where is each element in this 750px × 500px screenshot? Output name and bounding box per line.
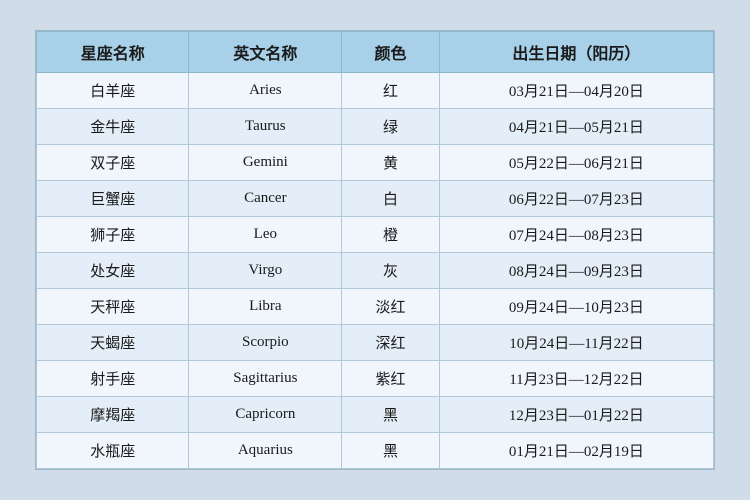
table-header-row: 星座名称 英文名称 颜色 出生日期（阳历） <box>37 32 714 73</box>
table-row: 天秤座Libra淡红09月24日—10月23日 <box>37 289 714 325</box>
table-row: 射手座Sagittarius紫红11月23日—12月22日 <box>37 361 714 397</box>
cell-dates: 07月24日—08月23日 <box>439 217 713 253</box>
header-color: 颜色 <box>342 32 440 73</box>
cell-chinese-name: 白羊座 <box>37 73 189 109</box>
cell-color: 黄 <box>342 145 440 181</box>
table-row: 水瓶座Aquarius黑01月21日—02月19日 <box>37 433 714 469</box>
cell-english-name: Cancer <box>189 181 342 217</box>
cell-dates: 04月21日—05月21日 <box>439 109 713 145</box>
table-row: 金牛座Taurus绿04月21日—05月21日 <box>37 109 714 145</box>
cell-chinese-name: 天蝎座 <box>37 325 189 361</box>
table-row: 双子座Gemini黄05月22日—06月21日 <box>37 145 714 181</box>
table-row: 天蝎座Scorpio深红10月24日—11月22日 <box>37 325 714 361</box>
cell-english-name: Scorpio <box>189 325 342 361</box>
cell-chinese-name: 金牛座 <box>37 109 189 145</box>
cell-color: 绿 <box>342 109 440 145</box>
cell-chinese-name: 处女座 <box>37 253 189 289</box>
cell-color: 黑 <box>342 433 440 469</box>
cell-english-name: Libra <box>189 289 342 325</box>
cell-english-name: Sagittarius <box>189 361 342 397</box>
cell-english-name: Leo <box>189 217 342 253</box>
table-body: 白羊座Aries红03月21日—04月20日金牛座Taurus绿04月21日—0… <box>37 73 714 469</box>
cell-color: 黑 <box>342 397 440 433</box>
cell-chinese-name: 摩羯座 <box>37 397 189 433</box>
header-english-name: 英文名称 <box>189 32 342 73</box>
cell-color: 淡红 <box>342 289 440 325</box>
cell-english-name: Aries <box>189 73 342 109</box>
cell-dates: 01月21日—02月19日 <box>439 433 713 469</box>
cell-dates: 03月21日—04月20日 <box>439 73 713 109</box>
cell-dates: 06月22日—07月23日 <box>439 181 713 217</box>
cell-chinese-name: 巨蟹座 <box>37 181 189 217</box>
cell-english-name: Capricorn <box>189 397 342 433</box>
zodiac-table: 星座名称 英文名称 颜色 出生日期（阳历） 白羊座Aries红03月21日—04… <box>36 31 714 469</box>
table-row: 处女座Virgo灰08月24日—09月23日 <box>37 253 714 289</box>
table-row: 白羊座Aries红03月21日—04月20日 <box>37 73 714 109</box>
cell-english-name: Virgo <box>189 253 342 289</box>
cell-color: 红 <box>342 73 440 109</box>
header-dates: 出生日期（阳历） <box>439 32 713 73</box>
cell-english-name: Gemini <box>189 145 342 181</box>
cell-color: 紫红 <box>342 361 440 397</box>
cell-english-name: Taurus <box>189 109 342 145</box>
cell-chinese-name: 狮子座 <box>37 217 189 253</box>
table-row: 狮子座Leo橙07月24日—08月23日 <box>37 217 714 253</box>
cell-color: 白 <box>342 181 440 217</box>
cell-dates: 08月24日—09月23日 <box>439 253 713 289</box>
cell-dates: 05月22日—06月21日 <box>439 145 713 181</box>
cell-dates: 09月24日—10月23日 <box>439 289 713 325</box>
cell-chinese-name: 水瓶座 <box>37 433 189 469</box>
cell-dates: 11月23日—12月22日 <box>439 361 713 397</box>
header-chinese-name: 星座名称 <box>37 32 189 73</box>
cell-color: 深红 <box>342 325 440 361</box>
cell-color: 橙 <box>342 217 440 253</box>
cell-chinese-name: 射手座 <box>37 361 189 397</box>
cell-chinese-name: 双子座 <box>37 145 189 181</box>
table-row: 摩羯座Capricorn黑12月23日—01月22日 <box>37 397 714 433</box>
cell-english-name: Aquarius <box>189 433 342 469</box>
cell-dates: 12月23日—01月22日 <box>439 397 713 433</box>
cell-chinese-name: 天秤座 <box>37 289 189 325</box>
cell-color: 灰 <box>342 253 440 289</box>
cell-dates: 10月24日—11月22日 <box>439 325 713 361</box>
table-row: 巨蟹座Cancer白06月22日—07月23日 <box>37 181 714 217</box>
zodiac-table-container: 星座名称 英文名称 颜色 出生日期（阳历） 白羊座Aries红03月21日—04… <box>35 30 715 470</box>
